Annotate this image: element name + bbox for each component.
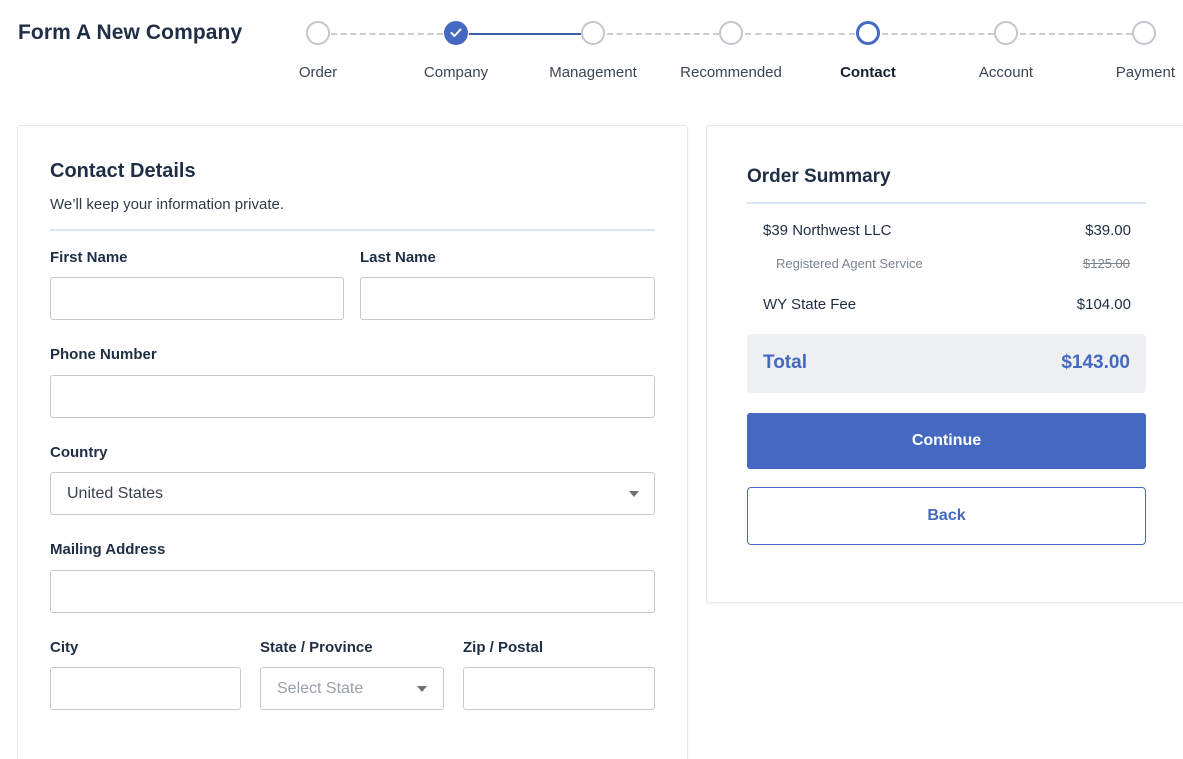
step-circle-order[interactable] (306, 21, 330, 45)
step-connector (882, 33, 994, 35)
zip-input[interactable] (463, 667, 655, 710)
chevron-down-icon (417, 686, 427, 692)
contact-title: Contact Details (50, 160, 196, 182)
total-label: Total (763, 352, 807, 373)
checkmark-icon (450, 28, 462, 37)
country-select-value: United States (67, 485, 164, 502)
step-circle-recommended[interactable] (719, 21, 743, 45)
summary-divider (747, 202, 1146, 204)
first-name-input[interactable] (50, 277, 344, 320)
step-circle-company[interactable] (444, 21, 468, 45)
step-label-order[interactable]: Order (258, 64, 378, 81)
summary-item-label: $39 Northwest LLC (763, 222, 892, 239)
phone-label: Phone Number (50, 346, 157, 363)
zip-label: Zip / Postal (463, 639, 544, 656)
continue-button[interactable]: Continue (747, 413, 1146, 469)
total-row: Total $143.00 (747, 334, 1146, 393)
contact-subtitle: We’ll keep your information private. (50, 196, 284, 213)
step-circle-contact[interactable] (856, 21, 880, 45)
step-connector (745, 33, 855, 35)
mailing-address-input[interactable] (50, 570, 655, 613)
city-label: City (50, 639, 79, 656)
step-label-company[interactable]: Company (396, 64, 516, 81)
step-connector (607, 33, 719, 35)
step-label-contact[interactable]: Contact (808, 64, 928, 81)
chevron-down-icon (629, 491, 639, 497)
state-select[interactable]: Select State (260, 667, 444, 710)
summary-item-label: WY State Fee (763, 296, 857, 313)
country-label: Country (50, 444, 108, 461)
step-label-recommended[interactable]: Recommended (671, 64, 791, 81)
phone-input[interactable] (50, 375, 655, 418)
summary-item-value: $39.00 (1085, 222, 1131, 239)
summary-item: $39 Northwest LLC $39.00 (763, 222, 1131, 239)
state-select-placeholder: Select State (277, 680, 364, 697)
step-label-management[interactable]: Management (533, 64, 653, 81)
back-button[interactable]: Back (747, 487, 1146, 545)
contact-details-card (17, 125, 688, 759)
summary-subitem-value: $125.00 (1083, 256, 1130, 271)
summary-item: WY State Fee $104.00 (763, 296, 1131, 313)
step-connector (469, 33, 581, 35)
step-connector (331, 33, 443, 35)
step-circle-payment[interactable] (1132, 21, 1156, 45)
summary-title: Order Summary (747, 166, 891, 187)
city-input[interactable] (50, 667, 241, 710)
step-label-account[interactable]: Account (946, 64, 1066, 81)
section-divider (50, 229, 655, 231)
state-label: State / Province (260, 639, 373, 656)
last-name-label: Last Name (360, 249, 436, 266)
progress-stepper: Order Company Management Recommended Con… (0, 0, 1183, 100)
country-select[interactable]: United States (50, 472, 655, 515)
step-circle-account[interactable] (994, 21, 1018, 45)
last-name-input[interactable] (360, 277, 655, 320)
total-value: $143.00 (1061, 352, 1130, 373)
step-circle-management[interactable] (581, 21, 605, 45)
step-label-payment[interactable]: Payment (1083, 64, 1183, 81)
mailing-address-label: Mailing Address (50, 541, 166, 558)
summary-subitem-label: Registered Agent Service (776, 256, 923, 271)
step-connector (1020, 33, 1132, 35)
summary-item-value: $104.00 (1076, 296, 1131, 313)
summary-subitem: Registered Agent Service $125.00 (776, 256, 1130, 271)
first-name-label: First Name (50, 249, 128, 266)
